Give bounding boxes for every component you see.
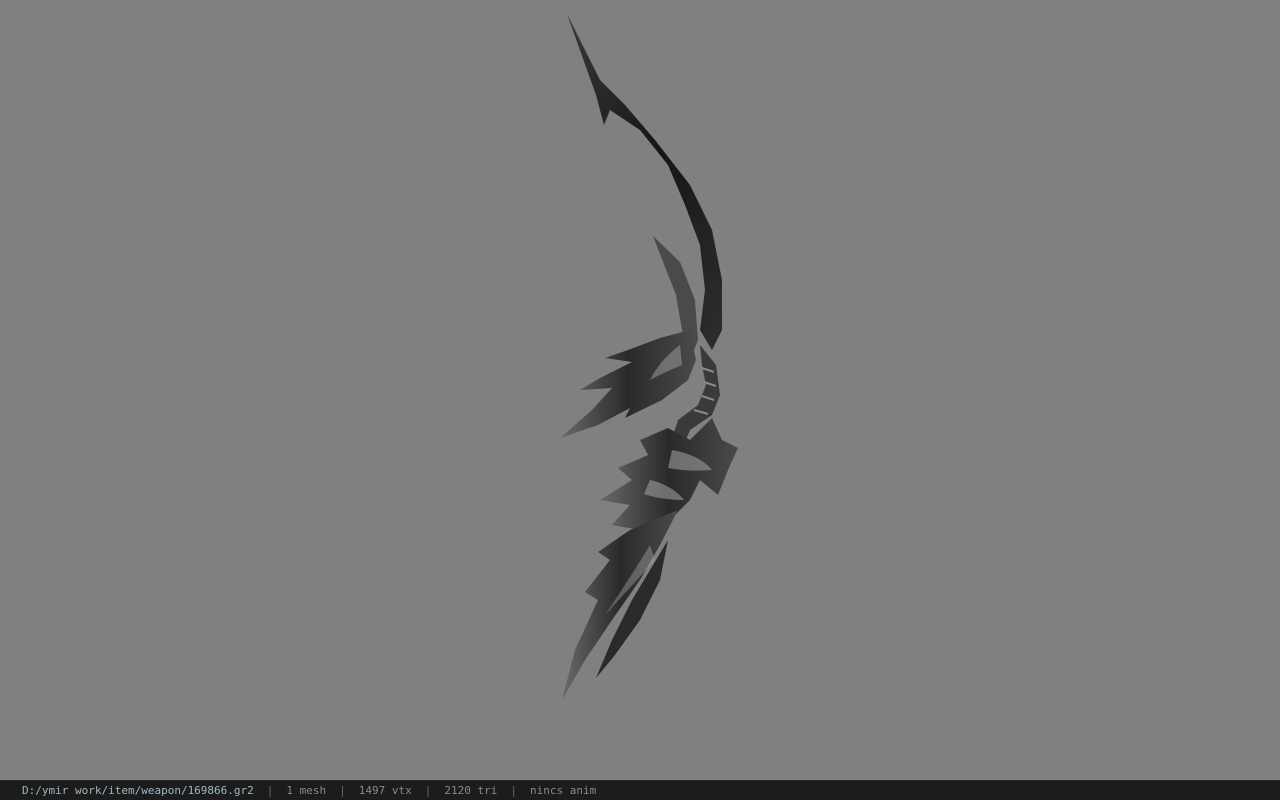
upper-wing-fins <box>560 330 696 438</box>
weapon-model[interactable] <box>0 0 1280 780</box>
mesh-count: 1 mesh <box>286 784 327 797</box>
status-separator: | <box>339 784 346 797</box>
lower-guard <box>600 418 738 530</box>
status-separator: | <box>266 784 274 797</box>
animation-status: nincs anim <box>530 784 597 797</box>
vertex-count: 1497 vtx <box>358 784 412 797</box>
status-separator: | <box>424 784 432 797</box>
3d-viewport[interactable] <box>0 0 1280 780</box>
status-bar: D:/ymir work/item/weapon/169866.gr2 | 1 … <box>0 780 1280 800</box>
file-path: D:/ymir work/item/weapon/169866.gr2 <box>22 784 254 797</box>
status-separator: | <box>510 784 518 797</box>
upper-blade <box>567 14 722 350</box>
triangle-count: 2120 tri <box>444 784 498 797</box>
lower-blade <box>562 510 678 700</box>
